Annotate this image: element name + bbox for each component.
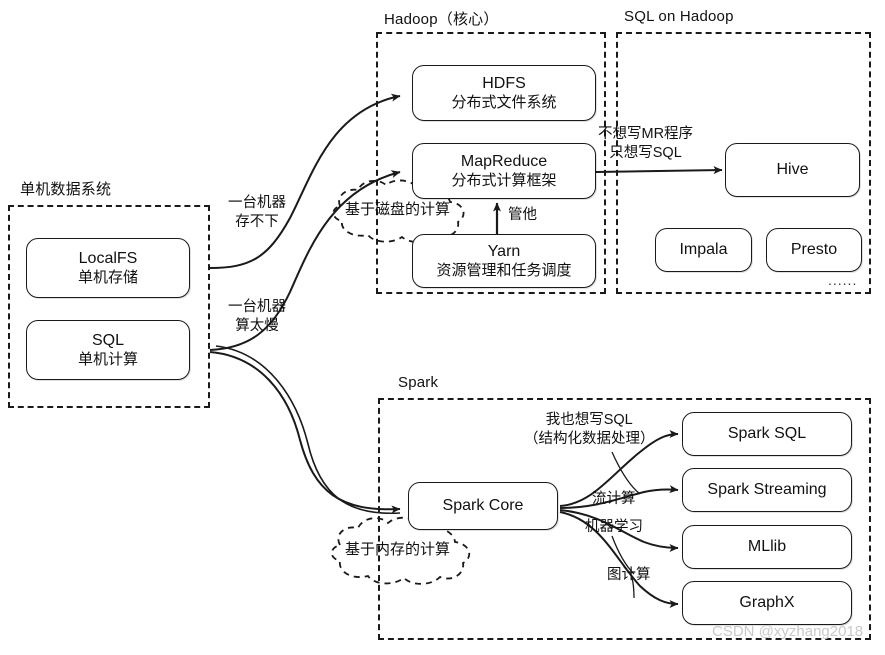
node-sql-title: SQL bbox=[91, 332, 124, 350]
node-mllib[interactable]: MLlib bbox=[682, 525, 852, 569]
node-mapreduce-title: MapReduce bbox=[460, 153, 548, 171]
diagram-canvas: 单机数据系统 LocalFS 单机存储 SQL 单机计算 Hadoop（核心） … bbox=[0, 0, 885, 655]
connector-sql-to-spark-core bbox=[209, 351, 401, 514]
node-mllib-title: MLlib bbox=[747, 538, 787, 556]
connector-localfs-to-hdfs bbox=[209, 93, 401, 269]
watermark: CSDN @xyzhang2018 bbox=[712, 623, 864, 640]
node-localfs[interactable]: LocalFS 单机存储 bbox=[26, 238, 190, 298]
callout-memory-compute: 基于内存的计算 bbox=[345, 541, 451, 558]
callout-disk-compute: 基于磁盘的计算 bbox=[345, 201, 451, 218]
node-graphx-title: GraphX bbox=[739, 594, 795, 612]
edge-label-core-to-spark-sql-line2: （结构化数据处理） bbox=[524, 430, 655, 447]
edge-label-mapreduce-to-hive-line2: 只想写SQL bbox=[609, 144, 682, 161]
edge-label-sql-to-mapreduce-line2: 算太慢 bbox=[235, 317, 279, 334]
node-spark-core[interactable]: Spark Core bbox=[408, 482, 558, 530]
node-yarn-subtitle: 资源管理和任务调度 bbox=[436, 261, 572, 279]
node-spark-streaming-title: Spark Streaming bbox=[707, 481, 827, 499]
node-yarn[interactable]: Yarn 资源管理和任务调度 bbox=[412, 234, 596, 288]
group-title-standalone: 单机数据系统 bbox=[20, 181, 112, 198]
node-sql-subtitle: 单机计算 bbox=[77, 350, 138, 368]
edge-label-core-to-streaming-line1: 流计算 bbox=[592, 491, 636, 507]
edge-label-core-to-streaming: 流计算 bbox=[592, 490, 636, 509]
node-mapreduce[interactable]: MapReduce 分布式计算框架 bbox=[412, 143, 596, 199]
group-title-hadoop: Hadoop（核心） bbox=[384, 11, 499, 28]
node-spark-core-title: Spark Core bbox=[442, 497, 524, 515]
edge-label-core-to-graphx: 图计算 bbox=[607, 566, 651, 585]
node-spark-streaming[interactable]: Spark Streaming bbox=[682, 468, 852, 512]
node-presto[interactable]: Presto bbox=[766, 228, 862, 272]
node-spark-sql-title: Spark SQL bbox=[727, 425, 807, 443]
connector-sql-to-spark-core-secondary bbox=[215, 345, 401, 515]
node-localfs-subtitle: 单机存储 bbox=[77, 268, 138, 286]
node-mapreduce-subtitle: 分布式计算框架 bbox=[451, 171, 557, 189]
sql-on-hadoop-ellipsis: ...... bbox=[828, 272, 858, 288]
node-impala-title: Impala bbox=[679, 241, 728, 259]
edge-label-core-to-spark-sql: 我也想写SQL （结构化数据处理） bbox=[524, 411, 655, 448]
edge-label-core-to-spark-sql-line1: 我也想写SQL bbox=[545, 412, 633, 428]
node-hive[interactable]: Hive bbox=[725, 143, 860, 197]
edge-label-core-to-mllib-line1: 机器学习 bbox=[585, 519, 643, 535]
edge-label-sql-to-mapreduce: 一台机器 算太慢 bbox=[228, 298, 286, 335]
edge-label-mapreduce-to-hive: 不想写MR程序 只想写SQL bbox=[598, 125, 693, 162]
edge-label-yarn-to-mapreduce: 管他 bbox=[508, 206, 537, 225]
edge-label-localfs-to-hdfs-line1: 一台机器 bbox=[228, 195, 286, 211]
edge-label-core-to-graphx-line1: 图计算 bbox=[607, 567, 651, 583]
group-title-spark: Spark bbox=[398, 374, 439, 391]
node-hdfs-title: HDFS bbox=[482, 75, 526, 93]
edge-label-core-to-mllib: 机器学习 bbox=[585, 518, 643, 537]
node-sql[interactable]: SQL 单机计算 bbox=[26, 320, 190, 380]
node-hdfs-subtitle: 分布式文件系统 bbox=[451, 93, 557, 111]
edge-label-sql-to-mapreduce-line1: 一台机器 bbox=[228, 299, 286, 315]
edge-label-localfs-to-hdfs-line2: 存不下 bbox=[235, 213, 279, 230]
node-hive-title: Hive bbox=[776, 161, 809, 179]
group-title-sql-on-hadoop: SQL on Hadoop bbox=[624, 8, 734, 25]
edge-label-localfs-to-hdfs: 一台机器 存不下 bbox=[228, 194, 286, 231]
node-spark-sql[interactable]: Spark SQL bbox=[682, 412, 852, 456]
node-localfs-title: LocalFS bbox=[78, 250, 138, 268]
edge-label-mapreduce-to-hive-line1: 不想写MR程序 bbox=[598, 126, 694, 142]
node-hdfs[interactable]: HDFS 分布式文件系统 bbox=[412, 65, 596, 121]
node-presto-title: Presto bbox=[790, 241, 838, 259]
node-impala[interactable]: Impala bbox=[655, 228, 752, 272]
node-yarn-title: Yarn bbox=[487, 243, 521, 261]
edge-label-yarn-to-mapreduce-line1: 管他 bbox=[508, 207, 537, 223]
node-graphx[interactable]: GraphX bbox=[682, 581, 852, 625]
